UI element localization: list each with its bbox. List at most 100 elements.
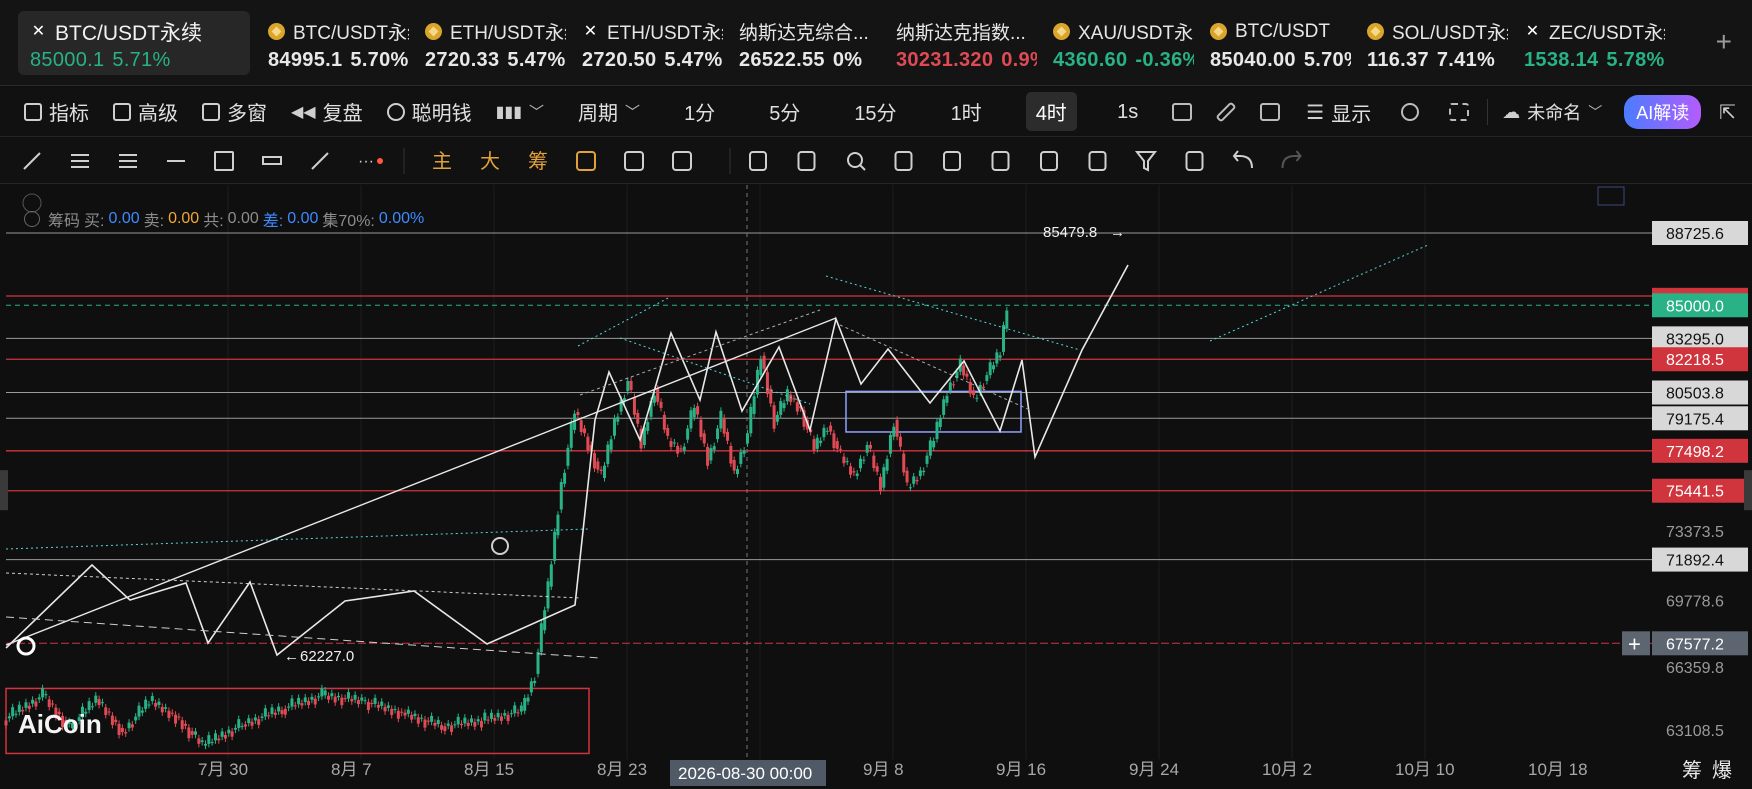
replay-button[interactable]: ◀◀ 复盘 [291,97,363,126]
period-tab[interactable]: 1分 [674,92,725,131]
link-icon[interactable] [1088,151,1107,171]
candle-body [892,426,896,437]
ticker-tab[interactable]: ETH/USDT永续 2720.33 5.47% [415,11,572,75]
candle-body [370,703,374,705]
add-tab-icon[interactable]: + [1716,28,1732,56]
pen-icon[interactable] [1215,101,1237,123]
candle-body [938,418,942,428]
price-label: 75441.5 [1666,484,1724,501]
horizontal-ray-icon[interactable] [167,152,185,170]
chips-toggle[interactable]: 筹 [1682,760,1712,782]
brush-icon[interactable] [672,151,692,171]
ticker-tab[interactable]: XAU/USDT永续 4360.60 -0.36% [1043,11,1200,75]
binance-icon [1210,23,1227,40]
ticker-tab[interactable]: SOL/USDT永续 116.37 7.41% [1357,11,1514,75]
add-alert-button[interactable]: + [1622,631,1650,656]
date-axis: 7月 30 8月 7 8月 15 8月 23 9月 8 9月 16 9月 24 10月 2 10… [198,760,1588,786]
ticker-tab[interactable]: 纳斯达克指数... 30231.320 0.9% [886,11,1043,75]
template-icon[interactable] [1040,151,1058,171]
period-tab[interactable]: 15分 [844,92,906,131]
ticker-tab[interactable]: ETH/USDT永续 2720.50 5.47% [572,11,729,75]
eraser-icon[interactable] [894,151,913,171]
drawbar-label[interactable]: 大 [480,150,500,173]
high-annotation: 85479.8 [1043,224,1097,241]
speed-label[interactable]: 1s [1117,101,1138,124]
candle-body [396,710,400,719]
arrow-tool-icon[interactable] [311,152,329,170]
chip-buy-label: 买: [84,213,105,230]
period-tab[interactable]: 4时 [1025,92,1077,131]
icon-stroke [749,151,767,171]
period-tab[interactable]: 1时 [941,92,992,131]
share-window-icon[interactable] [1260,103,1281,121]
drawbar-label[interactable]: 筹 [528,150,548,173]
magnet-icon[interactable] [943,151,961,171]
fullscreen-icon[interactable] [1449,103,1470,121]
ticker-top: 纳斯达克综合... [739,19,880,45]
period-dropdown[interactable]: 周期 ﹀ [578,97,640,126]
measure-icon[interactable] [797,151,816,171]
replace-icon[interactable] [624,151,644,171]
drawing-toolbar: ··· 主 大 筹 [0,138,1752,184]
chip-conc-value: 0.00% [378,210,425,227]
candle-body [403,712,407,716]
redo-icon[interactable] [1281,150,1302,169]
horizontal-lines-icon[interactable] [119,152,137,170]
candle-body [716,428,720,440]
strategy-icon[interactable] [576,151,596,171]
ticker-tab[interactable]: ZEC/USDT永续 1538.14 5.78% [1514,11,1671,75]
settings-icon[interactable] [1401,103,1420,121]
layout-name-dropdown[interactable]: ☁ 未命名 ﹀ [1502,99,1602,125]
smart-money-button[interactable]: 聪明钱 [386,97,472,126]
ticker-tab[interactable]: BTC/USDT永续 84995.1 5.70% [258,11,415,75]
candle-body [4,720,8,726]
undo-icon[interactable] [1232,150,1253,169]
price-chart[interactable]: 85479.8 → ← 62227.0 88725.6 85000.0 83295.0 822… [0,185,1752,789]
ticker-tab[interactable]: BTC/USDT 85040.00 5.70% [1200,11,1357,75]
chip-info-label: 筹码 [48,213,81,230]
zoom-in-icon[interactable] [847,152,866,171]
parallel-channel-icon[interactable] [71,152,89,170]
ticker-tab[interactable]: 纳斯达克综合... 26522.55 0% [729,11,886,75]
candle-body [606,444,610,464]
drawbar-label[interactable]: 主 [432,150,452,173]
ticker-name: ETH/USDT永续 [607,23,723,44]
chart-canvas[interactable]: 85479.8 → ← 62227.0 88725.6 85000.0 83295.0 822… [0,185,1752,789]
period-tab[interactable]: 5分 [759,92,810,131]
advanced-button[interactable]: 高级 [113,97,178,126]
candle-body [699,419,703,437]
chip-conc-label: 集70%: [322,213,375,230]
trash-icon[interactable] [1185,151,1204,171]
collapse-icon[interactable] [24,211,40,227]
right-drawer-handle[interactable] [1744,470,1752,511]
candle-body [356,700,360,705]
left-drawer-handle[interactable] [0,470,8,511]
candle-body [250,721,254,726]
candle-body [150,696,154,702]
filter-icon[interactable] [1134,151,1158,172]
lock-icon[interactable] [991,151,1010,171]
candle-body [998,355,1002,358]
multiwindow-button[interactable]: 多窗 [202,97,267,126]
chart-type-dropdown[interactable]: ▮▮▮ ﹀ [496,101,544,122]
copy-icon[interactable] [749,151,767,171]
rectangle-tool-icon[interactable] [214,151,234,171]
ticker-tab[interactable]: BTC/USDT永续 85000.1 5.71% [18,10,250,75]
ticker-name: XAU/USDT永续 [1078,23,1194,44]
display-button[interactable]: ☰ 显示 [1306,98,1371,127]
line-tool-icon[interactable] [23,152,41,170]
price-tag-stub [1652,287,1748,294]
candle-body [762,355,766,369]
more-tools-icon[interactable]: ··· [358,152,383,170]
candle-body [456,716,460,725]
plot-area[interactable] [0,185,1652,759]
share-icon[interactable]: ⇱ [1719,100,1736,125]
candle-body [483,712,487,721]
candle-body [44,694,48,696]
camera-icon[interactable] [1172,103,1193,121]
indicators-button[interactable]: 指标 [24,97,89,126]
ai-interpret-button[interactable]: AI解读 [1624,95,1702,129]
ticker-change: 0% [832,48,863,71]
liquidation-toggle[interactable]: 爆 [1712,760,1742,782]
ruler-tool-icon[interactable] [262,152,282,170]
